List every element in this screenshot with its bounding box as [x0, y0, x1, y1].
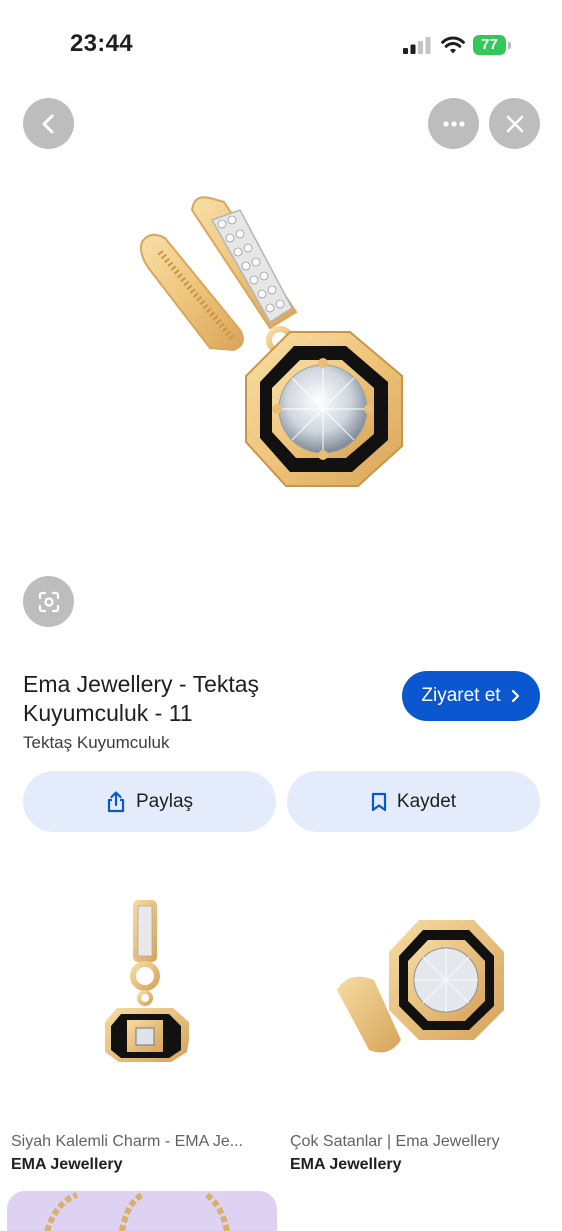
save-button[interactable]: Kaydet — [287, 771, 540, 832]
chevron-left-icon — [42, 114, 53, 133]
related-title-1[interactable]: Siyah Kalemli Charm - EMA Je... — [11, 1133, 273, 1151]
result-source: Tektaş Kuyumculuk — [23, 733, 170, 752]
battery-indicator: 77 — [473, 35, 513, 55]
cellular-signal-icon — [403, 37, 431, 54]
related-source-2: EMA Jewellery — [290, 1156, 402, 1173]
related-image-3 — [44, 1192, 230, 1231]
status-time: 23:44 — [70, 30, 133, 57]
close-icon — [506, 115, 523, 132]
lens-search-icon — [38, 591, 59, 612]
related-card-3[interactable] — [7, 1191, 277, 1231]
share-button[interactable]: Paylaş — [23, 771, 276, 832]
battery-level: 77 — [481, 36, 498, 53]
visit-button[interactable]: Ziyaret et — [402, 671, 540, 721]
close-button[interactable] — [489, 98, 540, 149]
related-title-2[interactable]: Çok Satanlar | Ema Jewellery — [290, 1133, 552, 1151]
more-horizontal-icon — [442, 120, 465, 127]
share-icon — [107, 790, 125, 812]
related-image-2[interactable] — [289, 880, 551, 1115]
bookmark-icon — [371, 792, 387, 811]
product-image[interactable] — [120, 180, 440, 510]
result-title: Ema Jewellery - Tektaş Kuyumculuk - 11 — [23, 671, 260, 726]
more-options-button[interactable] — [428, 98, 479, 149]
related-source-1: EMA Jewellery — [11, 1156, 123, 1173]
chevron-right-icon — [511, 689, 519, 703]
save-button-label: Kaydet — [396, 790, 457, 812]
share-button-label: Paylaş — [135, 790, 194, 812]
wifi-icon — [441, 36, 465, 54]
related-image-1[interactable] — [11, 880, 273, 1115]
visit-button-label: Ziyaret et — [421, 685, 501, 706]
back-button[interactable] — [23, 98, 74, 149]
lens-search-button[interactable] — [23, 576, 74, 627]
